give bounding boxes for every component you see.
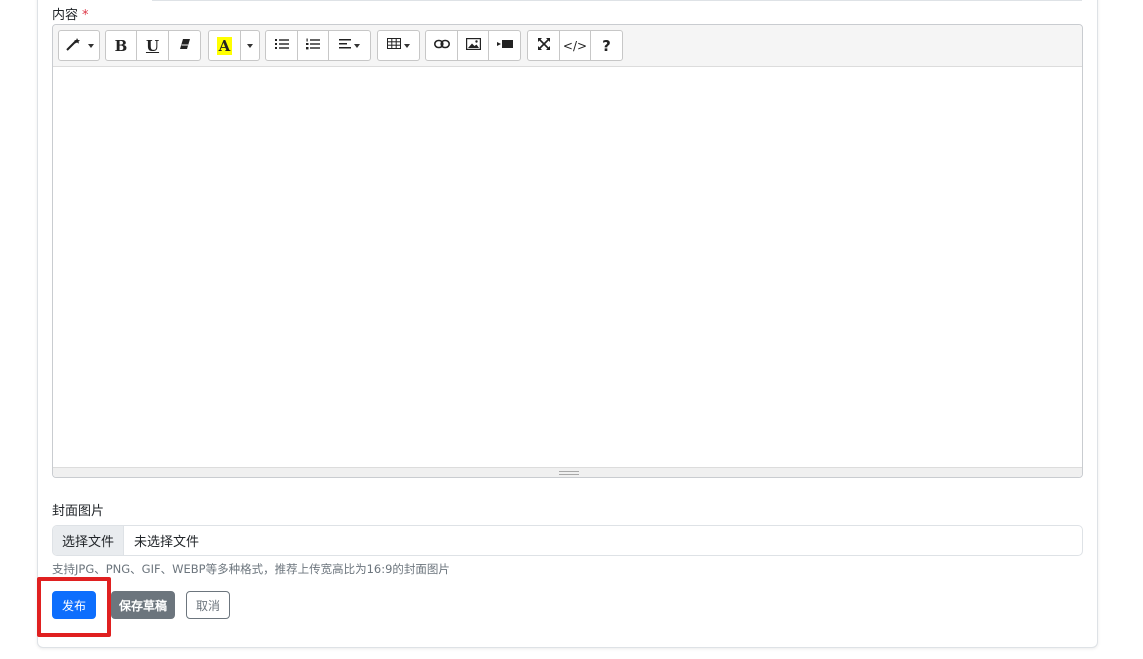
publish-button[interactable]: 发布 — [52, 591, 96, 619]
cover-help-text: 支持JPG、PNG、GIF、WEBP等多种格式，推荐上传宽高比为16:9的封面图… — [52, 562, 450, 576]
magic-wand-icon — [65, 37, 85, 55]
cancel-button[interactable]: 取消 — [186, 591, 230, 619]
image-icon — [465, 37, 481, 54]
table-icon — [387, 38, 401, 53]
color-swatch: A — [216, 36, 233, 55]
cover-image-label: 封面图片 — [52, 504, 105, 519]
align-icon — [339, 38, 351, 53]
chevron-down-icon — [87, 43, 94, 48]
grip-icon — [559, 471, 579, 475]
required-mark: * — [82, 8, 89, 23]
help-button[interactable]: ? — [590, 30, 623, 61]
color-dropdown-button[interactable] — [240, 30, 260, 61]
eraser-icon — [179, 38, 191, 54]
style-group — [58, 30, 100, 61]
bold-button[interactable]: B — [105, 30, 137, 61]
clear-format-button[interactable] — [168, 30, 201, 61]
choose-file-button[interactable]: 选择文件 — [53, 526, 124, 555]
chevron-down-icon — [247, 43, 253, 48]
rich-text-editor: B U A </> ? — [52, 24, 1083, 478]
unordered-list-button[interactable] — [265, 30, 298, 61]
video-icon — [496, 38, 513, 53]
align-button[interactable] — [328, 30, 371, 61]
style-button[interactable] — [58, 30, 100, 61]
cover-file-input[interactable]: 选择文件 未选择文件 — [52, 525, 1083, 556]
video-button[interactable] — [488, 30, 521, 61]
picture-button[interactable] — [457, 30, 489, 61]
fullscreen-icon — [537, 37, 550, 54]
code-view-button[interactable]: </> — [559, 30, 591, 61]
chevron-down-icon — [404, 43, 410, 48]
font-color-button[interactable]: A — [208, 30, 241, 61]
font-group: B U — [105, 30, 201, 61]
link-icon — [433, 38, 450, 53]
previous-field-border — [152, 0, 1082, 1]
save-draft-button[interactable]: 保存草稿 — [111, 591, 175, 619]
numbered-list-icon — [306, 38, 320, 54]
bullet-list-icon — [274, 38, 289, 54]
paragraph-group — [265, 30, 371, 61]
help-icon: ? — [602, 36, 611, 55]
table-button[interactable] — [377, 30, 420, 61]
insert-group — [425, 30, 521, 61]
table-group — [377, 30, 420, 61]
ordered-list-button[interactable] — [297, 30, 329, 61]
underline-button[interactable]: U — [136, 30, 169, 61]
editor-content-area[interactable] — [53, 67, 1082, 468]
content-label: 内容 * — [52, 8, 89, 23]
editor-toolbar: B U A </> ? — [53, 25, 1082, 67]
fullscreen-button[interactable] — [527, 30, 560, 61]
chevron-down-icon — [354, 43, 360, 48]
view-group: </> ? — [527, 30, 623, 61]
file-status-text: 未选择文件 — [134, 535, 200, 550]
link-button[interactable] — [425, 30, 458, 61]
color-group: A — [208, 30, 260, 61]
code-view-icon: </> — [562, 38, 588, 53]
editor-resize-handle[interactable] — [53, 467, 1082, 477]
